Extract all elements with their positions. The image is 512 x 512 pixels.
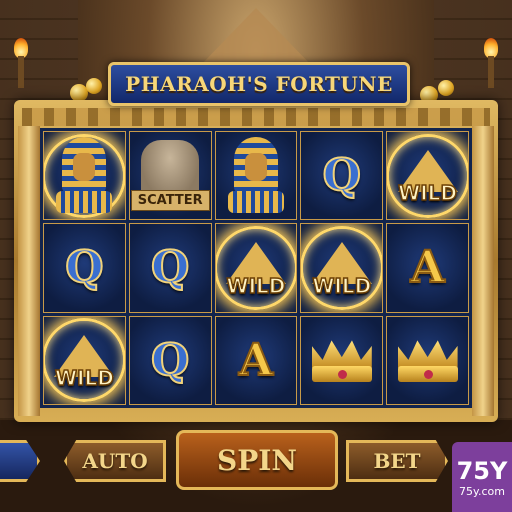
game-title: PHARAOH'S FORTUNE [125,72,393,96]
background-pyramid [198,8,314,68]
bet-button[interactable]: BET [346,440,448,482]
reel-cell [386,315,469,405]
coin-icon [86,78,102,94]
reel-cell: WILD [214,223,298,313]
reel-cell: WILD [386,131,469,221]
site-badge[interactable]: 75Y 75y.com [452,442,512,512]
wild-label: WILD [226,273,286,299]
torch-right-icon [484,38,498,88]
pillar-left [18,126,40,416]
hieroglyph-band [22,108,490,126]
reel-cell: Q [300,131,384,221]
a-symbol: A [410,241,446,294]
wild-label: WILD [397,181,458,207]
auto-button[interactable]: AUTO [64,440,166,482]
arrow-left-button[interactable] [0,440,40,482]
control-bar: AUTO SPIN BET 75Y 75y.com [0,428,512,512]
badge-logo-text: 75Y [456,456,508,485]
coin-icon [438,80,454,96]
q-symbol: Q [64,241,104,294]
reel-cell: WILD [300,223,384,313]
q-symbol: Q [150,241,190,294]
reel-cell [300,315,384,405]
title-plate: PHARAOH'S FORTUNE [108,62,410,106]
scatter-label: SCATTER [130,190,210,212]
badge-url: 75y.com [459,484,505,498]
crown-icon [397,338,458,383]
reel-cell: A [386,223,469,313]
reel-cell [214,131,298,221]
wild-label: WILD [54,365,114,391]
pharaoh-icon [54,136,114,215]
a-symbol: A [238,334,274,387]
q-symbol: Q [322,149,362,202]
reel-cell [43,131,126,221]
crown-icon [311,338,372,383]
reel-cell: Q [128,223,212,313]
reel-cell: Q [43,223,126,313]
torch-left-icon [14,38,28,88]
spin-button[interactable]: SPIN [176,430,338,490]
wild-label: WILD [312,273,372,299]
reel-cell: SCATTER [128,131,212,221]
pillar-right [472,126,494,416]
reel-cell: WILD [43,315,126,405]
reel-cell: A [214,315,298,405]
reel-cell: Q [128,315,212,405]
pharaoh-icon [226,136,286,215]
q-symbol: Q [150,334,190,387]
reel-grid: SCATTER Q WILD Q Q WILD WILD A WILD Q A [40,128,472,408]
